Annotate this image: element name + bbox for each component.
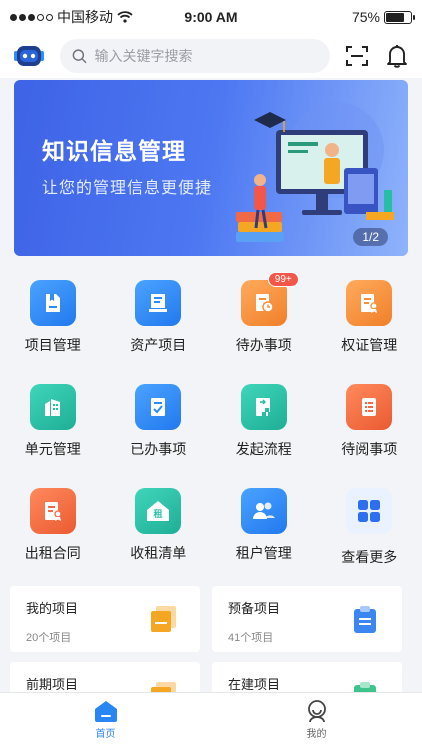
grid-item-todo[interactable]: 99+ 待办事项 bbox=[211, 270, 317, 374]
grid-item-certificate-management[interactable]: 权证管理 bbox=[317, 270, 422, 374]
app-header bbox=[0, 34, 422, 78]
building-icon bbox=[29, 384, 76, 430]
rent-house-icon: 租 bbox=[135, 488, 182, 534]
grid-item-view-more[interactable]: 查看更多 bbox=[317, 478, 422, 582]
wifi-icon bbox=[117, 11, 133, 23]
battery-icon bbox=[384, 10, 415, 24]
robot-icon[interactable] bbox=[12, 43, 46, 69]
tab-mine[interactable]: 我的 bbox=[211, 693, 422, 750]
list-icon bbox=[346, 384, 393, 430]
grid-item-rent-list[interactable]: 租 收租清单 bbox=[106, 478, 212, 582]
todo-clock-icon: 99+ bbox=[240, 272, 299, 326]
grid-item-unit-management[interactable]: 单元管理 bbox=[0, 374, 106, 478]
card-reserve-projects[interactable]: 预备项目 41个项目 bbox=[212, 586, 402, 652]
battery-status: 75% bbox=[351, 9, 415, 25]
grid-label: 待阅事项 bbox=[341, 441, 398, 457]
svg-text:租: 租 bbox=[154, 508, 163, 520]
status-time: 9:00 AM bbox=[184, 9, 238, 25]
certificate-icon bbox=[346, 280, 393, 326]
grid-label: 发起流程 bbox=[235, 441, 292, 457]
asset-icon bbox=[135, 280, 182, 326]
grid-label: 待办事项 bbox=[235, 337, 292, 353]
files-icon bbox=[151, 606, 176, 632]
clipboard-icon bbox=[354, 606, 376, 633]
grid-item-asset-projects[interactable]: 资产项目 bbox=[106, 270, 212, 374]
notification-button[interactable] bbox=[384, 43, 410, 69]
scan-button[interactable] bbox=[344, 43, 370, 69]
card-my-projects[interactable]: 我的项目 20个项目 bbox=[10, 586, 200, 652]
done-icon bbox=[135, 384, 182, 430]
more-grid-icon bbox=[346, 488, 393, 534]
contract-icon bbox=[29, 488, 76, 534]
banner-page-indicator: 1/2 bbox=[353, 228, 388, 246]
grid-label: 已办事项 bbox=[130, 441, 187, 457]
signal-carrier: 中国移动 bbox=[10, 7, 133, 27]
search-bar[interactable] bbox=[60, 39, 330, 73]
bottom-tab-bar: 首页 我的 bbox=[0, 692, 422, 750]
grid-label: 收租清单 bbox=[130, 545, 187, 561]
grid-label: 资产项目 bbox=[130, 337, 187, 353]
grid-label: 单元管理 bbox=[24, 441, 81, 457]
grid-label: 查看更多 bbox=[341, 549, 398, 565]
grid-item-project-management[interactable]: 项目管理 bbox=[0, 270, 106, 374]
grid-label: 出租合同 bbox=[24, 545, 81, 561]
tab-label: 我的 bbox=[306, 729, 327, 740]
home-icon bbox=[94, 701, 117, 722]
tenants-icon bbox=[240, 488, 287, 534]
grid-item-start-process[interactable]: 发起流程 bbox=[211, 374, 317, 478]
todo-count-badge: 99+ bbox=[267, 272, 299, 287]
banner-title: 知识信息管理 bbox=[42, 138, 186, 164]
grid-item-rental-contract[interactable]: 出租合同 bbox=[0, 478, 106, 582]
user-icon bbox=[307, 700, 326, 723]
promo-banner[interactable]: 知识信息管理 让您的管理信息更便捷 1/2 bbox=[14, 80, 408, 256]
feature-grid: 项目管理 资产项目 99+ 待办事项 权证管理 单元管理 已办事项 发起流程 待… bbox=[0, 270, 422, 582]
carrier-label: 中国移动 bbox=[57, 9, 113, 25]
scan-icon bbox=[346, 46, 368, 66]
search-icon bbox=[72, 49, 87, 64]
grid-item-done[interactable]: 已办事项 bbox=[106, 374, 212, 478]
search-input[interactable] bbox=[94, 48, 318, 64]
grid-item-tenant-management[interactable]: 租户管理 bbox=[211, 478, 317, 582]
tab-label: 首页 bbox=[95, 729, 116, 740]
grid-label: 权证管理 bbox=[341, 337, 398, 353]
signal-icon bbox=[10, 13, 53, 21]
grid-label: 租户管理 bbox=[235, 545, 292, 561]
battery-percent: 75% bbox=[351, 9, 380, 25]
grid-item-to-read[interactable]: 待阅事项 bbox=[317, 374, 422, 478]
status-bar: 中国移动 9:00 AM 75% bbox=[0, 0, 422, 34]
grid-label: 项目管理 bbox=[24, 337, 81, 353]
folder-icon bbox=[29, 280, 76, 326]
tab-home[interactable]: 首页 bbox=[0, 693, 211, 750]
bell-icon bbox=[387, 45, 407, 68]
banner-subtitle: 让您的管理信息更便捷 bbox=[42, 180, 213, 197]
process-icon bbox=[240, 384, 287, 430]
